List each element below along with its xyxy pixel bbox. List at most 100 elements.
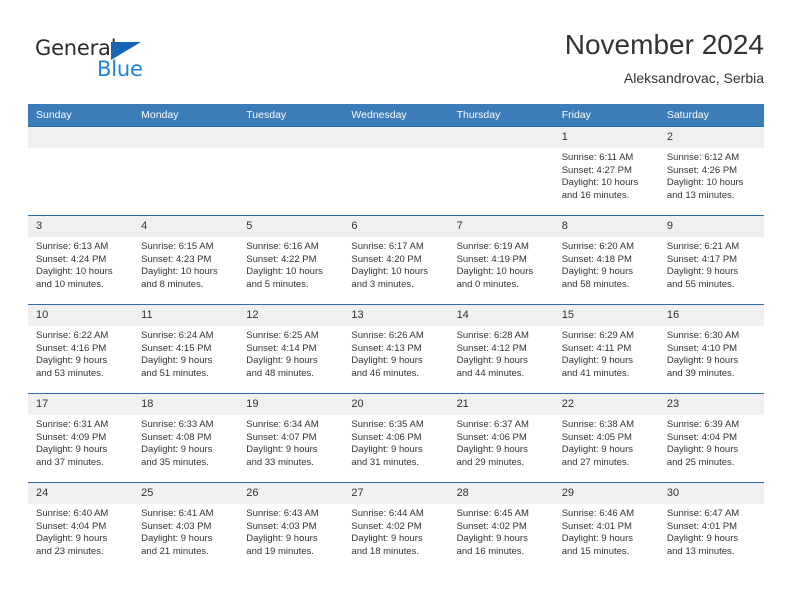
day-detail-sunrise: Sunrise: 6:38 AM bbox=[561, 419, 635, 430]
page-title: November 2024 bbox=[564, 29, 764, 60]
day-detail-sunrise: Sunrise: 6:39 AM bbox=[666, 419, 740, 430]
day-number: 2 bbox=[658, 127, 764, 148]
day-number: 28 bbox=[448, 483, 554, 504]
day-detail-sunset: Sunset: 4:12 PM bbox=[456, 342, 527, 354]
calendar-day-cell[interactable]: 3 Sunrise: 6:13 AM Sunset: 4:24 PM Daylight… bbox=[28, 215, 134, 305]
calendar-day-cell[interactable]: 5 Sunrise: 6:16 AM Sunset: 4:22 PM Daylight… bbox=[238, 215, 344, 305]
day-detail-sunrise: Sunrise: 6:33 AM bbox=[141, 419, 214, 430]
day-detail-daylight2: and 8 minutes. bbox=[141, 278, 204, 290]
day-details: Sunrise: 6:31 AM Sunset: 4:09 PM Daylight:… bbox=[28, 415, 133, 469]
calendar-day-cell-empty[interactable] bbox=[238, 126, 344, 216]
calendar-day-cell[interactable]: 2 Sunrise: 6:12 AM Sunset: 4:26 PM Daylight… bbox=[658, 126, 764, 216]
day-detail-daylight2: and 27 minutes. bbox=[561, 456, 630, 468]
calendar-day-cell[interactable]: 29 Sunrise: 6:46 AM Sunset: 4:01 PM Dayligh… bbox=[553, 482, 659, 571]
calendar-day-cell[interactable]: 24 Sunrise: 6:40 AM Sunset: 4:04 PM Dayligh… bbox=[28, 482, 134, 571]
day-detail-sunset: Sunset: 4:03 PM bbox=[141, 520, 212, 532]
day-details: Sunrise: 6:11 AM Sunset: 4:27 PM Daylight:… bbox=[554, 148, 659, 202]
calendar-day-cell[interactable]: 26 Sunrise: 6:43 AM Sunset: 4:03 PM Dayligh… bbox=[238, 482, 344, 571]
logo-text-blue: Blue bbox=[97, 57, 143, 81]
calendar-day-cell[interactable]: 25 Sunrise: 6:41 AM Sunset: 4:03 PM Dayligh… bbox=[133, 482, 239, 571]
calendar-day-cell[interactable]: 1 Sunrise: 6:11 AM Sunset: 4:27 PM Daylight… bbox=[553, 126, 659, 216]
day-details: Sunrise: 6:24 AM Sunset: 4:15 PM Daylight:… bbox=[133, 326, 238, 380]
day-number: 15 bbox=[553, 305, 659, 326]
calendar-body: 1 Sunrise: 6:11 AM Sunset: 4:27 PM Daylight… bbox=[28, 126, 764, 571]
day-details: Sunrise: 6:44 AM Sunset: 4:02 PM Daylight:… bbox=[343, 504, 448, 558]
calendar-week-row: 17 Sunrise: 6:31 AM Sunset: 4:09 PM Dayligh… bbox=[28, 393, 764, 483]
day-detail-daylight1: Daylight: 10 hours bbox=[36, 266, 113, 278]
day-number: 10 bbox=[28, 305, 134, 326]
general-blue-logo[interactable]: General Blue bbox=[35, 36, 215, 90]
day-detail-sunset: Sunset: 4:03 PM bbox=[246, 520, 317, 532]
calendar-day-cell[interactable]: 10 Sunrise: 6:22 AM Sunset: 4:16 PM Dayligh… bbox=[28, 304, 134, 394]
day-detail-daylight1: Daylight: 9 hours bbox=[666, 355, 739, 367]
day-detail-sunrise: Sunrise: 6:43 AM bbox=[246, 508, 319, 519]
calendar-grid: Sunday Monday Tuesday Wednesday Thursday… bbox=[28, 104, 764, 571]
calendar-day-cell[interactable]: 4 Sunrise: 6:15 AM Sunset: 4:23 PM Daylight… bbox=[133, 215, 239, 305]
calendar-day-cell[interactable]: 28 Sunrise: 6:45 AM Sunset: 4:02 PM Dayligh… bbox=[448, 482, 554, 571]
calendar-day-cell-empty[interactable] bbox=[133, 126, 239, 216]
day-detail-sunset: Sunset: 4:09 PM bbox=[36, 431, 107, 443]
day-detail-sunrise: Sunrise: 6:24 AM bbox=[141, 330, 214, 341]
day-details: Sunrise: 6:45 AM Sunset: 4:02 PM Daylight:… bbox=[449, 504, 554, 558]
day-detail-daylight2: and 10 minutes. bbox=[36, 278, 104, 290]
day-detail-sunset: Sunset: 4:02 PM bbox=[456, 520, 527, 532]
calendar-day-cell[interactable]: 7 Sunrise: 6:19 AM Sunset: 4:19 PM Daylight… bbox=[448, 215, 554, 305]
calendar-day-cell[interactable]: 11 Sunrise: 6:24 AM Sunset: 4:15 PM Dayligh… bbox=[133, 304, 239, 394]
calendar-page: General Blue November 2024 Aleksandrovac… bbox=[0, 0, 792, 612]
day-detail-sunrise: Sunrise: 6:44 AM bbox=[351, 508, 424, 519]
calendar-day-cell[interactable]: 19 Sunrise: 6:34 AM Sunset: 4:07 PM Dayligh… bbox=[238, 393, 344, 483]
day-detail-daylight1: Daylight: 9 hours bbox=[246, 444, 318, 456]
day-detail-sunrise: Sunrise: 6:46 AM bbox=[561, 508, 635, 519]
calendar-day-cell[interactable]: 23 Sunrise: 6:39 AM Sunset: 4:04 PM Dayligh… bbox=[658, 393, 764, 483]
day-detail-daylight2: and 39 minutes. bbox=[666, 367, 735, 379]
day-details: Sunrise: 6:35 AM Sunset: 4:06 PM Daylight:… bbox=[343, 415, 448, 469]
calendar-day-cell[interactable]: 30 Sunrise: 6:47 AM Sunset: 4:01 PM Dayligh… bbox=[658, 482, 764, 571]
day-number: 13 bbox=[343, 305, 449, 326]
day-number: 23 bbox=[658, 394, 764, 415]
calendar-day-cell-empty[interactable] bbox=[343, 126, 449, 216]
day-number: 9 bbox=[658, 216, 764, 237]
day-detail-daylight2: and 53 minutes. bbox=[36, 367, 104, 379]
weekday-header-monday: Monday bbox=[133, 104, 239, 127]
calendar-day-cell-empty[interactable] bbox=[28, 126, 134, 216]
calendar-day-cell[interactable]: 22 Sunrise: 6:38 AM Sunset: 4:05 PM Dayligh… bbox=[553, 393, 659, 483]
day-number: 4 bbox=[133, 216, 239, 237]
day-number: 16 bbox=[658, 305, 764, 326]
day-details: Sunrise: 6:21 AM Sunset: 4:17 PM Daylight:… bbox=[659, 237, 764, 291]
day-detail-sunrise: Sunrise: 6:41 AM bbox=[141, 508, 214, 519]
day-detail-sunrise: Sunrise: 6:13 AM bbox=[36, 241, 109, 252]
day-number: 29 bbox=[553, 483, 659, 504]
day-detail-sunset: Sunset: 4:23 PM bbox=[141, 253, 212, 265]
calendar-day-cell[interactable]: 15 Sunrise: 6:29 AM Sunset: 4:11 PM Dayligh… bbox=[553, 304, 659, 394]
calendar-day-cell[interactable]: 13 Sunrise: 6:26 AM Sunset: 4:13 PM Dayligh… bbox=[343, 304, 449, 394]
day-detail-daylight2: and 18 minutes. bbox=[351, 545, 420, 557]
calendar-day-cell[interactable]: 12 Sunrise: 6:25 AM Sunset: 4:14 PM Dayligh… bbox=[238, 304, 344, 394]
day-number: 8 bbox=[553, 216, 659, 237]
day-details: Sunrise: 6:20 AM Sunset: 4:18 PM Daylight:… bbox=[554, 237, 659, 291]
calendar-week-row: 10 Sunrise: 6:22 AM Sunset: 4:16 PM Dayligh… bbox=[28, 304, 764, 394]
calendar-day-cell-empty[interactable] bbox=[448, 126, 554, 216]
calendar-day-cell[interactable]: 21 Sunrise: 6:37 AM Sunset: 4:06 PM Dayligh… bbox=[448, 393, 554, 483]
day-detail-sunrise: Sunrise: 6:20 AM bbox=[561, 241, 635, 252]
day-detail-sunrise: Sunrise: 6:22 AM bbox=[36, 330, 109, 341]
day-detail-daylight1: Daylight: 10 hours bbox=[666, 177, 744, 189]
day-detail-sunrise: Sunrise: 6:15 AM bbox=[141, 241, 214, 252]
calendar-day-cell[interactable]: 16 Sunrise: 6:30 AM Sunset: 4:10 PM Dayligh… bbox=[658, 304, 764, 394]
calendar-day-cell[interactable]: 14 Sunrise: 6:28 AM Sunset: 4:12 PM Dayligh… bbox=[448, 304, 554, 394]
day-detail-sunset: Sunset: 4:22 PM bbox=[246, 253, 317, 265]
calendar-day-cell[interactable]: 8 Sunrise: 6:20 AM Sunset: 4:18 PM Daylight… bbox=[553, 215, 659, 305]
calendar-day-cell[interactable]: 17 Sunrise: 6:31 AM Sunset: 4:09 PM Dayligh… bbox=[28, 393, 134, 483]
calendar-day-cell[interactable]: 6 Sunrise: 6:17 AM Sunset: 4:20 PM Daylight… bbox=[343, 215, 449, 305]
calendar-day-cell[interactable]: 9 Sunrise: 6:21 AM Sunset: 4:17 PM Daylight… bbox=[658, 215, 764, 305]
day-detail-sunrise: Sunrise: 6:40 AM bbox=[36, 508, 109, 519]
day-detail-sunrise: Sunrise: 6:47 AM bbox=[666, 508, 740, 519]
location-subtitle: Aleksandrovac, Serbia bbox=[623, 70, 764, 86]
day-detail-daylight1: Daylight: 9 hours bbox=[141, 444, 213, 456]
day-details: Sunrise: 6:22 AM Sunset: 4:16 PM Daylight:… bbox=[28, 326, 133, 380]
day-detail-daylight2: and 55 minutes. bbox=[666, 278, 735, 290]
day-detail-daylight2: and 58 minutes. bbox=[561, 278, 630, 290]
calendar-day-cell[interactable]: 18 Sunrise: 6:33 AM Sunset: 4:08 PM Dayligh… bbox=[133, 393, 239, 483]
calendar-day-cell[interactable]: 20 Sunrise: 6:35 AM Sunset: 4:06 PM Dayligh… bbox=[343, 393, 449, 483]
day-details: Sunrise: 6:46 AM Sunset: 4:01 PM Daylight:… bbox=[554, 504, 659, 558]
calendar-day-cell[interactable]: 27 Sunrise: 6:44 AM Sunset: 4:02 PM Dayligh… bbox=[343, 482, 449, 571]
